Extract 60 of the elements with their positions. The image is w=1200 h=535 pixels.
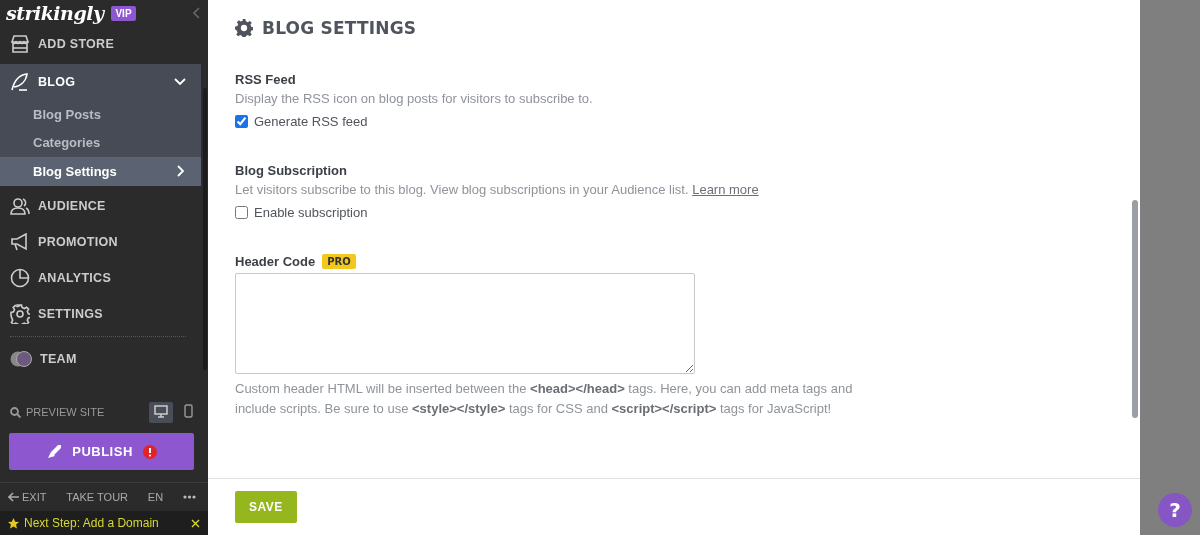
collapse-icon[interactable] [193, 7, 200, 19]
nav-item[interactable]: PROMOTION [0, 223, 201, 260]
learn-more-link[interactable]: Learn more [692, 182, 759, 197]
pie-chart-icon [10, 267, 30, 288]
more-icon[interactable] [182, 495, 196, 499]
quill-icon [10, 73, 30, 91]
nav-label: ANALYTICS [38, 270, 112, 285]
section-description: Display the RSS icon on blog posts for visitors to subscribe to. [235, 91, 594, 106]
star-icon [8, 517, 19, 529]
megaphone-icon [10, 232, 30, 251]
scrollbar[interactable] [203, 88, 207, 370]
checkbox[interactable] [235, 115, 248, 128]
footer-link[interactable]: EN [147, 491, 164, 503]
checkbox-label[interactable]: Enable subscription [254, 205, 368, 220]
footer-link[interactable]: TAKE TOUR [66, 491, 129, 503]
checkbox-label[interactable]: Generate RSS feed [254, 114, 368, 129]
pro-badge: PRO [322, 254, 356, 269]
arrow-left-icon [8, 492, 19, 502]
nav-label: SETTINGS [38, 306, 103, 321]
desktop-icon [154, 404, 168, 418]
help-text: Custom header HTML will be inserted between the <head></head> tags. Here, you can add meta tags and include scripts. Be sure to use <style></style> tags for CSS and <script></script> tags for JavaScript! [235, 380, 854, 418]
nav-label: BLOG [38, 75, 76, 89]
sub-nav-item[interactable]: Blog Settings [0, 157, 201, 186]
alert-icon [142, 444, 157, 459]
store-icon [10, 35, 30, 53]
checkbox[interactable] [235, 206, 248, 219]
section-heading: Blog Subscription [235, 163, 348, 178]
sub-nav-item[interactable]: Blog Posts [0, 100, 201, 129]
sub-nav-item[interactable]: Categories [0, 128, 201, 157]
panel-title: BLOG SETTINGS [262, 18, 417, 38]
section-heading: RSS Feed [235, 72, 297, 87]
people-icon [10, 196, 30, 215]
nav-label: AUDIENCE [38, 198, 106, 213]
nav-item[interactable]: ADD STORE [0, 26, 201, 62]
preview-site-link[interactable]: PREVIEW SITE [26, 406, 105, 418]
phone-icon [184, 404, 193, 418]
nav-item[interactable]: AUDIENCE [0, 187, 201, 224]
exit-link[interactable]: EXIT [8, 491, 47, 503]
chevron-icon [177, 165, 185, 178]
help-button[interactable]: ? [1158, 493, 1192, 527]
settings-icon [10, 303, 30, 324]
section-description: Let visitors subscribe to this blog. View blog subscriptions in your Audience list. Learn more [235, 182, 760, 197]
nav-label: ADD STORE [38, 37, 115, 51]
logo[interactable]: strikingly [6, 2, 104, 24]
nav-label: PROMOTION [38, 234, 118, 249]
nav-item[interactable]: SETTINGS [0, 295, 201, 332]
desktop-view-button[interactable] [149, 401, 173, 423]
scrollbar[interactable] [1132, 200, 1138, 418]
nav-label: TEAM [40, 351, 77, 366]
section-heading: Header Code [235, 254, 316, 269]
nav-item[interactable]: ANALYTICS [0, 259, 201, 296]
nav-item[interactable]: BLOG [0, 64, 201, 100]
close-icon[interactable] [191, 518, 200, 528]
publish-button[interactable]: PUBLISH [9, 433, 194, 470]
vip-badge: VIP [111, 5, 136, 21]
code-field[interactable] [235, 273, 695, 374]
search-icon [10, 406, 21, 418]
team-avatars-icon [10, 350, 32, 367]
nav-item[interactable]: TEAM [0, 338, 201, 379]
settings-icon [235, 19, 253, 37]
